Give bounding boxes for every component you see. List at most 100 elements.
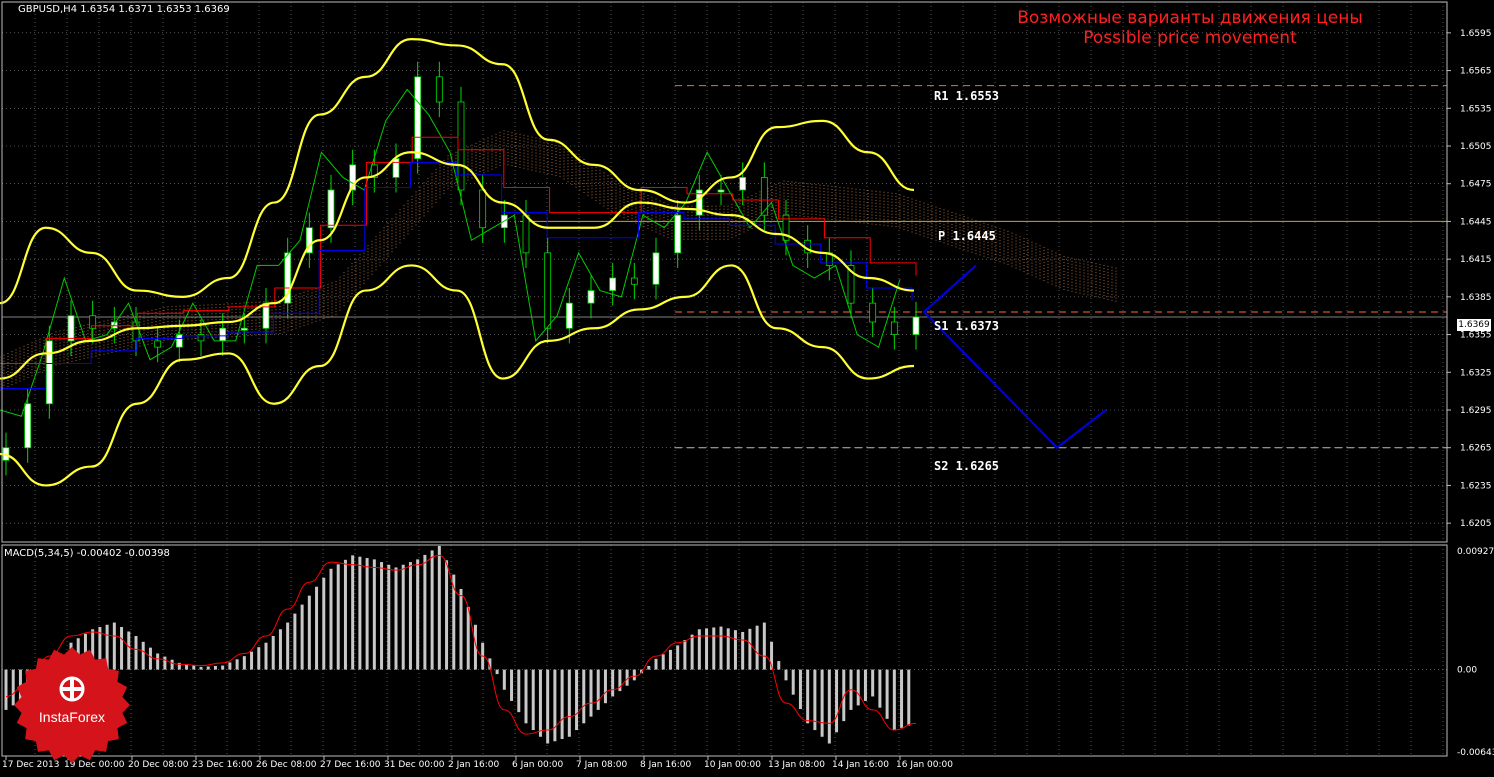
macd-bar (676, 645, 680, 670)
indicator-lines (0, 38, 1107, 487)
x-tick-label: 27 Dec 16:00 (320, 760, 381, 770)
candle-body (890, 321, 898, 335)
candle-body (652, 252, 660, 285)
candle-body (630, 277, 638, 285)
macd-bar (697, 629, 701, 670)
macd-bar (372, 559, 376, 670)
macd-bar (213, 666, 217, 670)
macd-bar (733, 630, 737, 670)
macd-bar (726, 628, 730, 670)
macd-bar (271, 635, 275, 670)
macd-bar (784, 669, 788, 681)
level-label-p: P 1.6445 (938, 229, 996, 243)
chart-title: Возможные варианты движения цены Possibl… (1000, 8, 1380, 48)
title-ru: Возможные варианты движения цены (1017, 8, 1363, 28)
macd-bar (156, 653, 160, 670)
macd-bar (553, 669, 557, 742)
candle-body (45, 340, 53, 405)
macd-bar (683, 640, 687, 670)
macd-bar (546, 669, 550, 744)
macd-bar (538, 669, 542, 737)
macd-bar (741, 631, 745, 670)
macd-bar (878, 669, 882, 708)
y-tick-label: 1.6385 (1460, 293, 1492, 303)
macd-bar (459, 588, 463, 670)
macd-bar (293, 613, 297, 670)
chart-canvas[interactable]: 1.6595 1.6565 1.6535 1.6505 1.6475 1.6445 1.64… (0, 0, 1494, 773)
candle-body (760, 177, 768, 216)
macd-bar (885, 669, 889, 719)
macd-bar (336, 564, 340, 670)
candle-body (587, 290, 595, 304)
x-tick-label: 26 Dec 08:00 (256, 760, 317, 770)
macd-bar (329, 568, 333, 670)
macd-bar (863, 669, 867, 701)
macd-tick-label: 0.00 (1457, 666, 1477, 676)
kijun-line (0, 161, 913, 390)
macd-bar (806, 669, 810, 724)
instaforex-logo: InstaForex (14, 647, 130, 763)
macd-header: MACD(5,34,5) -0.00402 -0.00398 (4, 548, 170, 559)
macd-bar (242, 656, 246, 670)
macd-bar (719, 626, 723, 670)
y-tick-label: 1.6265 (1460, 444, 1492, 454)
macd-bar (430, 550, 434, 670)
candle-body (479, 189, 487, 229)
macd-bar (365, 558, 369, 670)
macd-bar (835, 669, 839, 733)
macd-bar (755, 625, 759, 670)
macd-bar (4, 669, 8, 710)
macd-bar (423, 554, 427, 670)
macd-bar (264, 642, 268, 670)
macd-bar (567, 669, 571, 737)
macd-bar (134, 635, 138, 670)
candle-body (912, 316, 920, 335)
macd-bar (712, 627, 716, 670)
macd-bar (286, 622, 290, 670)
macd-bar (141, 641, 145, 670)
trading-chart-window[interactable]: 1.6595 1.6565 1.6535 1.6505 1.6475 1.6445 1.64… (0, 0, 1494, 773)
macd-bar (762, 622, 766, 670)
macd-bar (582, 669, 586, 724)
macd-bar (611, 669, 615, 697)
macd-bar (907, 669, 911, 726)
macd-panel (2, 545, 1447, 744)
macd-bar (871, 669, 875, 697)
macd-bar (437, 545, 441, 670)
macd-bar (820, 669, 824, 737)
main-pane-frame (1, 1, 1448, 543)
grid-layer (2, 2, 1447, 756)
y-tick-label: 1.6415 (1460, 255, 1492, 265)
candle-body (739, 177, 747, 191)
macd-tick-label: 0.00927 (1457, 547, 1494, 557)
candle-body (869, 302, 877, 323)
macd-bar (705, 628, 709, 670)
macd-bar (315, 586, 319, 670)
macd-bar (596, 669, 600, 710)
macd-bar (300, 604, 304, 670)
candle-body (609, 277, 617, 291)
macd-bar (748, 628, 752, 670)
macd-bar (387, 564, 391, 670)
y-tick-label: 1.6235 (1460, 481, 1492, 491)
candle-body (175, 334, 183, 348)
x-tick-label: 8 Jan 16:00 (640, 760, 692, 770)
macd-bar (524, 669, 528, 724)
macd-bar (322, 577, 326, 670)
macd-bar (466, 606, 470, 670)
candle-body (522, 214, 530, 254)
y-tick-label: 1.6205 (1460, 519, 1492, 529)
macd-bar (221, 665, 225, 670)
macd-bar (401, 564, 405, 670)
macd-bar (358, 556, 362, 670)
macd-bar (148, 647, 152, 670)
macd-bar (257, 647, 261, 670)
macd-bar (380, 562, 384, 670)
level-label-s2: S2 1.6265 (934, 459, 1000, 473)
candle-body (24, 403, 32, 449)
candle-body (544, 252, 552, 329)
candle-body (392, 158, 400, 178)
logo-badge-icon (14, 647, 130, 763)
current-price-tag: 1.6369 (1457, 319, 1491, 331)
y-tick-label: 1.6445 (1460, 217, 1492, 227)
